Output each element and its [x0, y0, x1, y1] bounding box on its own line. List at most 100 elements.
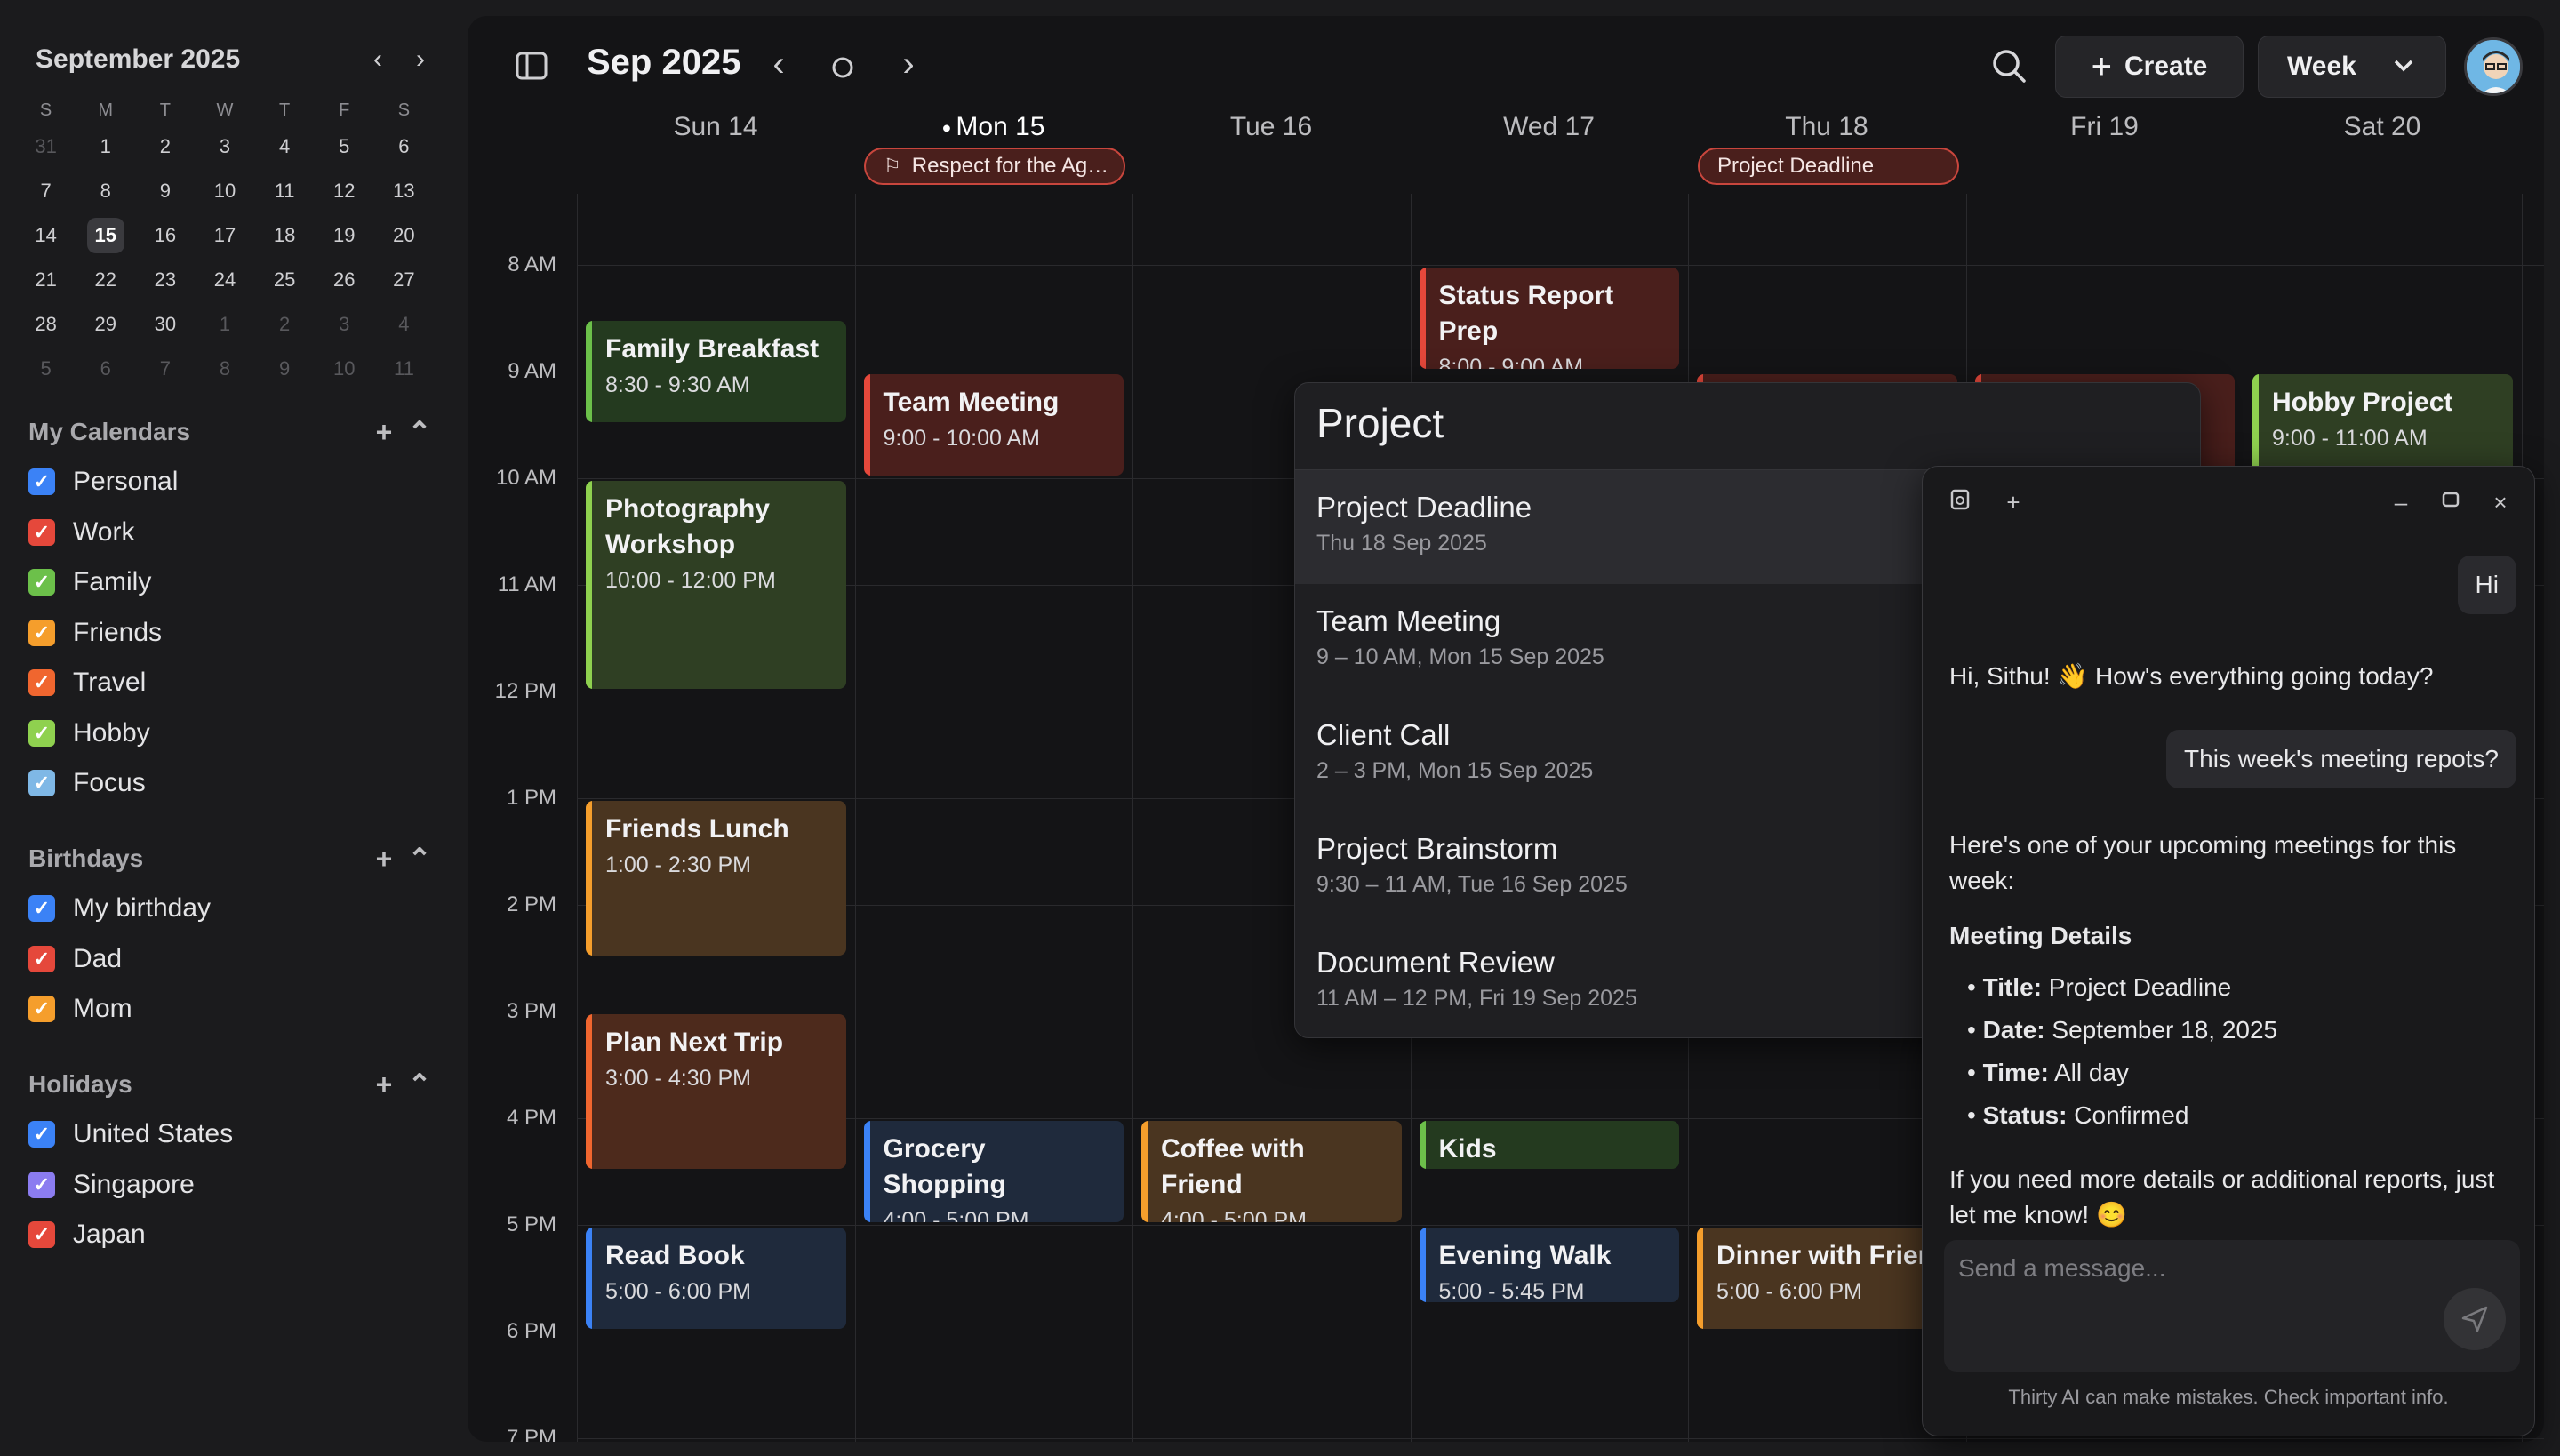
mini-calendar-day[interactable]: 4 [255, 135, 315, 158]
mini-calendar-day[interactable]: 19 [315, 224, 374, 247]
add-icon[interactable]: + [366, 416, 402, 449]
calendar-item[interactable]: ✓ Family [28, 557, 437, 608]
day-header[interactable]: Wed 17 [1411, 112, 1688, 142]
mini-calendar-day[interactable]: 10 [195, 180, 254, 203]
chevron-up-icon[interactable]: ⌃ [402, 1068, 437, 1101]
mini-calendar-day[interactable]: 23 [135, 268, 195, 292]
mini-calendar-day[interactable]: 8 [76, 180, 135, 203]
mini-calendar-day[interactable]: 26 [315, 268, 374, 292]
calendar-event[interactable]: Dinner with Frien 5:00 - 6:00 PM [1697, 1228, 1957, 1329]
mini-calendar-day[interactable]: 17 [195, 224, 254, 247]
calendar-item[interactable]: ✓ Work [28, 508, 437, 558]
calendar-event[interactable]: Family Breakfast 8:30 - 9:30 AM [586, 321, 846, 422]
calendar-event[interactable]: Team Meeting 9:00 - 10:00 AM [863, 374, 1124, 476]
mini-calendar-day[interactable]: 5 [315, 135, 374, 158]
message-input[interactable]: Send a message... [1944, 1240, 2520, 1372]
mini-calendar-day[interactable]: 28 [16, 313, 76, 336]
mini-calendar-day[interactable]: 3 [315, 313, 374, 336]
mini-calendar-day[interactable]: 5 [16, 357, 76, 380]
mini-calendar-day[interactable]: 1 [195, 313, 254, 336]
maximize-icon[interactable] [2436, 488, 2465, 516]
mini-calendar-day[interactable]: 25 [255, 268, 315, 292]
send-icon[interactable] [2444, 1288, 2506, 1350]
checkbox-icon[interactable]: ✓ [28, 569, 55, 596]
calendar-event[interactable]: Coffee with Friend 4:00 - 5:00 PM [1141, 1121, 1402, 1222]
chevron-up-icon[interactable]: ⌃ [402, 842, 437, 876]
checkbox-icon[interactable]: ✓ [28, 1121, 55, 1148]
create-button[interactable]: + Create [2055, 36, 2244, 98]
mini-calendar-day[interactable]: 2 [135, 135, 195, 158]
mini-calendar-prev-icon[interactable]: ‹ [363, 44, 393, 75]
checkbox-icon[interactable]: ✓ [28, 770, 55, 797]
mini-calendar-day[interactable]: 30 [135, 313, 195, 336]
calendar-item[interactable]: ✓ Mom [28, 984, 437, 1035]
close-icon[interactable]: × [2486, 488, 2515, 516]
mini-calendar-day[interactable]: 20 [374, 224, 434, 247]
checkbox-icon[interactable]: ✓ [28, 945, 55, 972]
minimize-icon[interactable]: – [2387, 488, 2415, 516]
mini-calendar-day[interactable]: 12 [315, 180, 374, 203]
mini-calendar-day[interactable]: 9 [135, 180, 195, 203]
mini-calendar-day[interactable]: 6 [374, 135, 434, 158]
calendar-item[interactable]: ✓ Dad [28, 934, 437, 985]
mini-calendar-day[interactable]: 15 [76, 218, 135, 253]
checkbox-icon[interactable]: ✓ [28, 669, 55, 697]
checkbox-icon[interactable]: ✓ [28, 468, 55, 496]
mini-calendar-day[interactable]: 9 [255, 357, 315, 380]
mini-calendar-day[interactable]: 7 [135, 357, 195, 380]
search-query[interactable]: Project [1295, 383, 2200, 470]
all-day-event[interactable]: ⚐ Respect for the Ag… [864, 148, 1125, 185]
mini-calendar-day[interactable]: 8 [195, 357, 254, 380]
calendar-item[interactable]: ✓ Friends [28, 608, 437, 659]
mini-calendar-day[interactable]: 13 [374, 180, 434, 203]
day-header[interactable]: Tue 16 [1132, 112, 1410, 142]
calendar-item[interactable]: ✓ Personal [28, 457, 437, 508]
calendar-item[interactable]: ✓ Hobby [28, 708, 437, 759]
prev-week-icon[interactable]: ‹ [761, 46, 796, 85]
mini-calendar-day[interactable]: 7 [16, 180, 76, 203]
search-icon[interactable] [1989, 46, 2028, 85]
day-header[interactable]: ● Mon 15 [855, 112, 1132, 142]
new-chat-icon[interactable]: + [1999, 488, 2028, 516]
chevron-up-icon[interactable]: ⌃ [402, 415, 437, 449]
mini-calendar-day[interactable]: 11 [374, 357, 434, 380]
next-week-icon[interactable]: › [891, 46, 926, 85]
checkbox-icon[interactable]: ✓ [28, 619, 55, 646]
add-icon[interactable]: + [366, 843, 402, 876]
history-icon[interactable] [1946, 488, 1974, 516]
mini-calendar-day[interactable]: 14 [16, 224, 76, 247]
add-icon[interactable]: + [366, 1068, 402, 1101]
checkbox-icon[interactable]: ✓ [28, 1221, 55, 1249]
today-circle-icon[interactable] [825, 50, 860, 85]
mini-calendar-day[interactable]: 10 [315, 357, 374, 380]
mini-calendar-day[interactable]: 16 [135, 224, 195, 247]
checkbox-icon[interactable]: ✓ [28, 895, 55, 923]
checkbox-icon[interactable]: ✓ [28, 996, 55, 1023]
checkbox-icon[interactable]: ✓ [28, 1171, 55, 1198]
calendar-event[interactable]: Status Report Prep 8:00 - 9:00 AM [1419, 268, 1679, 369]
checkbox-icon[interactable]: ✓ [28, 719, 55, 747]
mini-calendar-day[interactable]: 1 [76, 135, 135, 158]
checkbox-icon[interactable]: ✓ [28, 518, 55, 546]
mini-calendar-day[interactable]: 18 [255, 224, 315, 247]
day-header[interactable]: Thu 18 [1688, 112, 1965, 142]
calendar-item[interactable]: ✓ Travel [28, 658, 437, 708]
mini-calendar-day[interactable]: 27 [374, 268, 434, 292]
mini-calendar-day[interactable]: 21 [16, 268, 76, 292]
calendar-item[interactable]: ✓ Focus [28, 758, 437, 809]
mini-calendar-day[interactable]: 4 [374, 313, 434, 336]
mini-calendar-day[interactable]: 2 [255, 313, 315, 336]
calendar-event[interactable]: Evening Walk 5:00 - 5:45 PM [1419, 1228, 1679, 1302]
mini-calendar-day[interactable]: 6 [76, 357, 135, 380]
calendar-event[interactable]: Photography Workshop 10:00 - 12:00 PM [586, 481, 846, 689]
calendar-item[interactable]: ✓ United States [28, 1109, 437, 1160]
mini-calendar-day[interactable]: 24 [195, 268, 254, 292]
mini-calendar-day[interactable]: 22 [76, 268, 135, 292]
mini-calendar-next-icon[interactable]: › [405, 44, 436, 75]
calendar-item[interactable]: ✓ My birthday [28, 884, 437, 934]
avatar[interactable] [2464, 37, 2523, 96]
calendar-event[interactable]: Plan Next Trip 3:00 - 4:30 PM [586, 1014, 846, 1169]
mini-calendar-day[interactable]: 31 [16, 135, 76, 158]
calendar-item[interactable]: ✓ Singapore [28, 1160, 437, 1211]
day-header[interactable]: Fri 19 [1966, 112, 2244, 142]
